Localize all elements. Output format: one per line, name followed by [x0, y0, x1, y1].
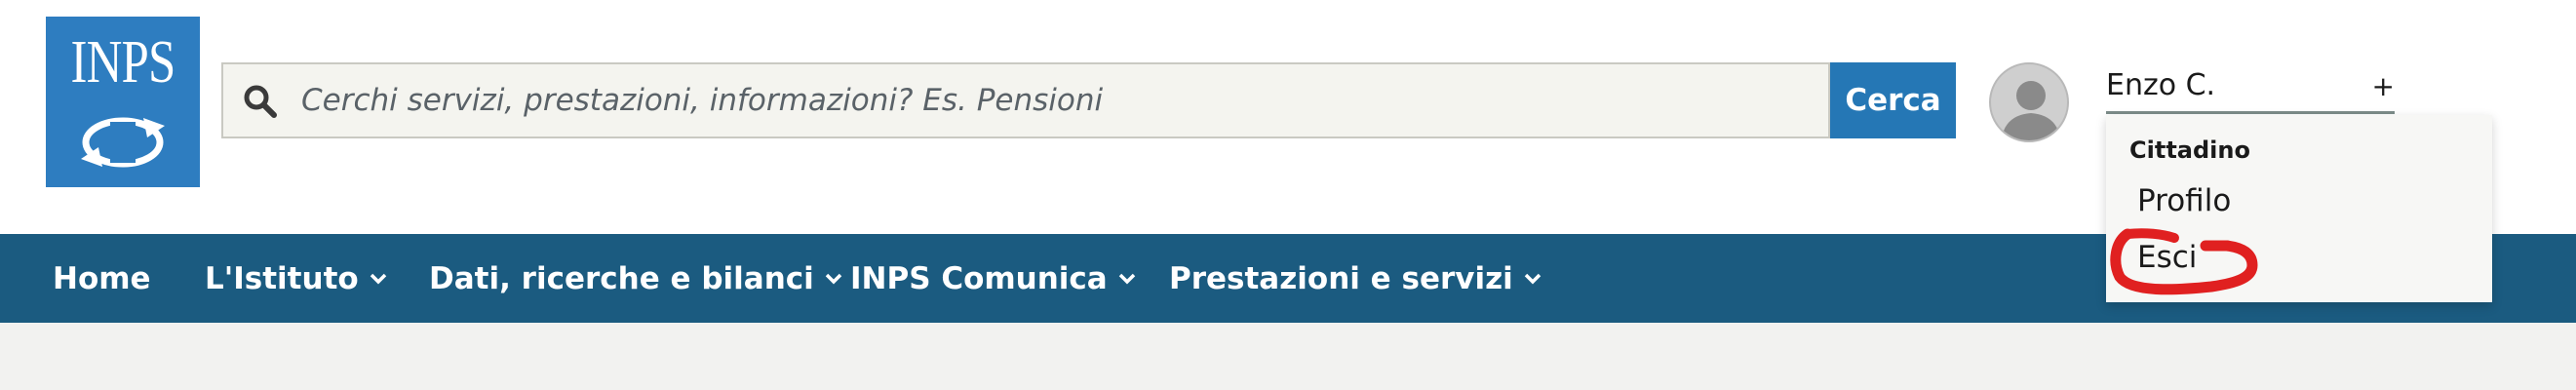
nav-item-inps-comunica[interactable]: INPS Comunica [850, 234, 1137, 323]
nav-item-label: Dati, ricerche e bilanci [429, 260, 814, 296]
logo-text: INPS [70, 29, 176, 96]
search-bar [221, 62, 1830, 138]
chevron-down-icon [1118, 273, 1135, 284]
search-icon [244, 85, 277, 118]
chevron-down-icon [1524, 273, 1542, 284]
menu-item-esci[interactable]: Esci [2137, 240, 2197, 275]
chevron-down-icon [825, 273, 842, 284]
user-name: Enzo C. [2106, 68, 2216, 102]
nav-item-label: Home [53, 260, 151, 296]
menu-category-label: Cittadino [2129, 136, 2250, 164]
page-content-area [0, 323, 2576, 390]
nav-item-label: L'Istituto [205, 260, 359, 296]
nav-item-label: INPS Comunica [850, 260, 1108, 296]
nav-item-prestazioni[interactable]: Prestazioni e servizi [1169, 234, 1542, 323]
user-silhouette-icon [2001, 81, 2061, 140]
nav-item-home[interactable]: Home [53, 234, 151, 323]
menu-item-profilo[interactable]: Profilo [2137, 183, 2231, 218]
nav-item-dati[interactable]: Dati, ricerche e bilanci [429, 234, 843, 323]
search-input[interactable] [301, 64, 1783, 136]
search-button[interactable]: Cerca [1830, 62, 1956, 138]
logo-arrows-icon [81, 117, 165, 168]
user-dropdown-menu: Cittadino Profilo Esci [2106, 115, 2492, 302]
nav-item-istituto[interactable]: L'Istituto [205, 234, 388, 323]
inps-logo[interactable]: INPS [46, 17, 200, 187]
nav-item-label: Prestazioni e servizi [1169, 260, 1513, 296]
avatar[interactable] [1989, 62, 2069, 142]
plus-icon: + [2371, 70, 2395, 102]
chevron-down-icon [370, 273, 386, 284]
user-menu-toggle[interactable]: Enzo C. + [2106, 64, 2395, 114]
